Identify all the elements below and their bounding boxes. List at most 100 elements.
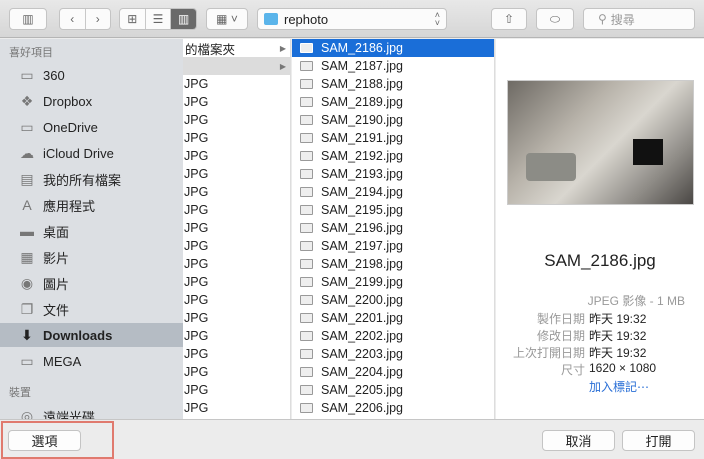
sidebar-item[interactable]: ◎ 遠端光碟: [0, 404, 183, 420]
sidebar-toggle-button[interactable]: ▥: [9, 8, 47, 30]
sidebar-item[interactable]: ▭ 360: [0, 63, 183, 87]
image-file-icon: [300, 79, 313, 89]
sidebar-item[interactable]: ▬ 桌面: [0, 219, 183, 243]
sidebar-item[interactable]: ☁ iCloud Drive: [0, 141, 183, 165]
sidebar-item[interactable]: ▭ MEGA: [0, 349, 183, 373]
list-item[interactable]: JPG: [183, 237, 290, 255]
list-item[interactable]: JPG: [183, 273, 290, 291]
file-row[interactable]: SAM_2201.jpg: [292, 309, 494, 327]
share-button[interactable]: ⇧: [491, 8, 527, 30]
list-item[interactable]: JPG: [183, 219, 290, 237]
toolbar: ▥ ‹ › ⊞ ☰ ▥ ▦ ˅ rephoto ˄ ˅ ⇧ ⬭ ⚲ 搜尋: [0, 0, 704, 38]
list-view-button[interactable]: ☰: [146, 9, 172, 29]
cloud-icon: ☁: [20, 144, 34, 161]
file-name: SAM_2191.jpg: [321, 131, 404, 145]
list-item[interactable]: JPG: [183, 147, 290, 165]
share-icon: ⇧: [503, 12, 515, 26]
file-row[interactable]: SAM_2199.jpg: [292, 273, 494, 291]
file-row[interactable]: SAM_2191.jpg: [292, 129, 494, 147]
file-row[interactable]: SAM_2204.jpg: [292, 363, 494, 381]
item-label: JPG: [184, 293, 209, 307]
sidebar-item[interactable]: ❐ 文件: [0, 297, 183, 321]
created-value: 昨天 19:32: [589, 312, 647, 326]
folder-icon: ▭: [20, 352, 34, 369]
file-row[interactable]: SAM_2187.jpg: [292, 57, 494, 75]
sidebar-item[interactable]: ❖ Dropbox: [0, 89, 183, 113]
sidebar-item[interactable]: ⬇ Downloads: [0, 323, 183, 347]
list-item[interactable]: ▶: [183, 57, 290, 75]
list-item[interactable]: 的檔案夾 ▶: [183, 39, 290, 57]
preview-pane: SAM_2186.jpg JPEG 影像 - 1 MB 製作日期 昨天 19:3…: [496, 39, 704, 419]
arrange-button[interactable]: ▦ ˅: [206, 8, 248, 30]
list-item[interactable]: JPG: [183, 381, 290, 399]
list-item[interactable]: JPG: [183, 93, 290, 111]
file-row[interactable]: SAM_2194.jpg: [292, 183, 494, 201]
list-item[interactable]: JPG: [183, 309, 290, 327]
item-label: JPG: [184, 185, 209, 199]
file-row[interactable]: SAM_2202.jpg: [292, 327, 494, 345]
column-view-button[interactable]: ▥: [171, 9, 196, 29]
cancel-button[interactable]: 取消: [542, 430, 615, 451]
sidebar-item[interactable]: ▦ 影片: [0, 245, 183, 269]
list-item[interactable]: JPG: [183, 75, 290, 93]
image-file-icon: [300, 223, 313, 233]
list-item[interactable]: JPG: [183, 165, 290, 183]
search-input[interactable]: ⚲ 搜尋: [583, 8, 695, 30]
item-label: JPG: [184, 131, 209, 145]
image-file-icon: [300, 169, 313, 179]
add-tags-link[interactable]: 加入標記⋯: [589, 378, 649, 395]
list-item[interactable]: JPG: [183, 327, 290, 345]
forward-button[interactable]: ›: [86, 9, 111, 29]
documents-icon: ❐: [20, 300, 34, 317]
list-item[interactable]: JPG: [183, 363, 290, 381]
file-row[interactable]: SAM_2205.jpg: [292, 381, 494, 399]
file-row[interactable]: SAM_2203.jpg: [292, 345, 494, 363]
location-popup[interactable]: rephoto ˄ ˅: [257, 8, 447, 30]
item-label: 的檔案夾: [185, 42, 236, 57]
search-icon: ⚲: [598, 12, 607, 26]
file-row[interactable]: SAM_2192.jpg: [292, 147, 494, 165]
image-file-icon: [300, 259, 313, 269]
tags-button[interactable]: ⬭: [536, 8, 574, 30]
icon-view-button[interactable]: ⊞: [120, 9, 146, 29]
sidebar-item[interactable]: ▤ 我的所有檔案: [0, 167, 183, 191]
image-file-icon: [300, 295, 313, 305]
list-item[interactable]: JPG: [183, 201, 290, 219]
list-item[interactable]: JPG: [183, 291, 290, 309]
sidebar-item[interactable]: ▭ OneDrive: [0, 115, 183, 139]
sidebar-item[interactable]: ◉ 圖片: [0, 271, 183, 295]
item-label: JPG: [184, 275, 209, 289]
devices-header: 裝置: [9, 387, 31, 399]
dimensions-label: 尺寸: [560, 363, 585, 377]
file-name: SAM_2204.jpg: [321, 365, 404, 379]
file-name: SAM_2186.jpg: [321, 41, 404, 55]
modified-value: 昨天 19:32: [589, 329, 647, 343]
sidebar-icon: ▥: [22, 12, 34, 26]
file-row[interactable]: SAM_2193.jpg: [292, 165, 494, 183]
file-name: SAM_2197.jpg: [321, 239, 404, 253]
back-button[interactable]: ‹: [60, 9, 86, 29]
file-row[interactable]: SAM_2195.jpg: [292, 201, 494, 219]
open-button[interactable]: 打開: [622, 430, 695, 451]
list-item[interactable]: JPG: [183, 183, 290, 201]
file-name: SAM_2195.jpg: [321, 203, 404, 217]
list-item[interactable]: JPG: [183, 345, 290, 363]
sidebar-item[interactable]: A 應用程式: [0, 193, 183, 217]
file-row[interactable]: SAM_2189.jpg: [292, 93, 494, 111]
file-row[interactable]: SAM_2196.jpg: [292, 219, 494, 237]
file-row[interactable]: SAM_2206.jpg: [292, 399, 494, 417]
file-row[interactable]: SAM_2198.jpg: [292, 255, 494, 273]
movies-icon: ▦: [20, 248, 34, 265]
list-item[interactable]: JPG: [183, 255, 290, 273]
file-row[interactable]: SAM_2197.jpg: [292, 237, 494, 255]
list-item[interactable]: JPG: [183, 399, 290, 417]
list-item[interactable]: JPG: [183, 111, 290, 129]
sidebar-item-label: iCloud Drive: [43, 145, 114, 161]
file-row[interactable]: SAM_2188.jpg: [292, 75, 494, 93]
item-label: JPG: [184, 311, 209, 325]
file-row[interactable]: SAM_2200.jpg: [292, 291, 494, 309]
file-row[interactable]: SAM_2186.jpg: [292, 39, 494, 57]
item-label: JPG: [184, 203, 209, 217]
list-item[interactable]: JPG: [183, 129, 290, 147]
file-row[interactable]: SAM_2190.jpg: [292, 111, 494, 129]
